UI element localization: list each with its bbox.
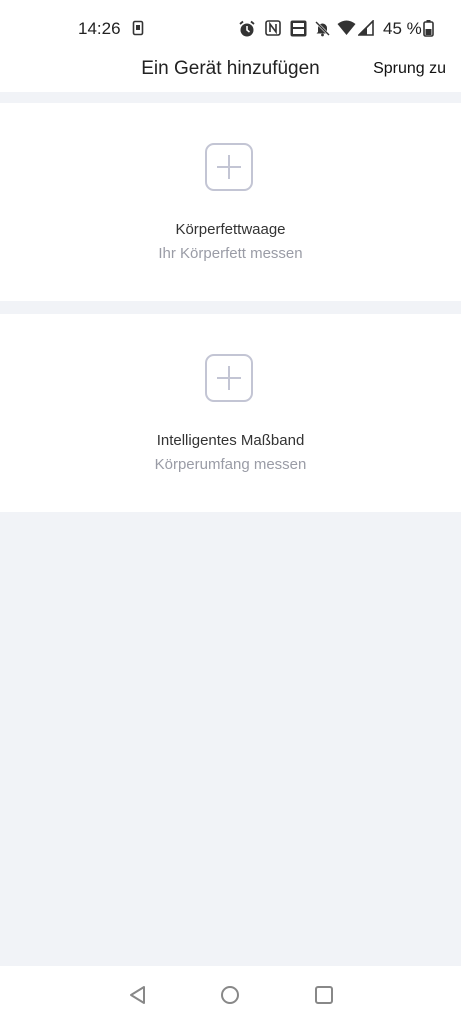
alarm-icon [238,20,256,37]
back-icon[interactable] [127,984,149,1006]
volte-icon [290,20,307,37]
mute-icon [314,20,331,37]
sim-icon [132,20,144,36]
battery-percent: 45 % [383,19,422,38]
wifi-icon [337,20,356,36]
app-header: Ein Gerät hinzufügen Sprung zu [0,48,461,92]
device-card-smart-tape-measure[interactable]: Intelligentes Maßband Körperumfang messe… [0,314,461,512]
skip-button[interactable]: Sprung zu [373,60,446,78]
device-title: Intelligentes Maßband [156,432,305,449]
add-icon[interactable] [205,143,253,191]
device-title: Körperfettwaage [175,221,286,238]
status-time: 14:26 [78,19,121,38]
device-card-body-fat-scale[interactable]: Körperfettwaage Ihr Körperfett messen [0,103,461,301]
signal-icon [357,19,374,36]
device-subtitle: Körperumfang messen [154,456,307,473]
battery-icon [423,20,434,37]
device-subtitle: Ihr Körperfett messen [158,245,303,262]
nfc-icon [265,20,281,36]
system-nav-bar [0,966,461,1024]
add-icon[interactable] [205,354,253,402]
recents-icon[interactable] [313,984,335,1006]
home-icon[interactable] [219,984,241,1006]
